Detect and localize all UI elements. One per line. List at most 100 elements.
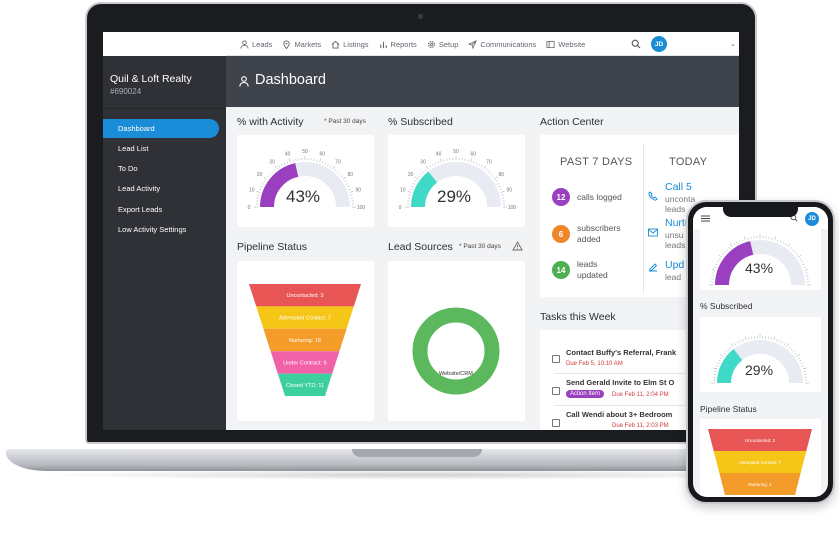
call-leads-sub: unconta	[665, 194, 696, 204]
gauge-tick	[411, 185, 414, 188]
task-checkbox[interactable]	[552, 419, 560, 427]
update-sub: lead	[665, 272, 682, 282]
gauge-tick	[799, 360, 802, 362]
gauge-tick-label: 60	[320, 152, 326, 158]
gear-icon	[427, 40, 436, 49]
gauge-tick	[322, 161, 324, 164]
subscribers-count-badge: 6	[552, 225, 570, 243]
gauge-tick	[263, 176, 268, 180]
sidebar-item-to-do[interactable]: To Do	[103, 159, 219, 178]
gauge-tick	[407, 191, 412, 193]
gauge-tick	[263, 180, 266, 183]
gauge-tick	[483, 165, 487, 170]
gauge-tick-label: 0	[399, 205, 402, 211]
laptop-camera	[418, 14, 423, 19]
gauge-tick	[278, 165, 281, 168]
gauge-tick	[797, 357, 800, 360]
gauge-tick	[475, 162, 478, 165]
task-title[interactable]: Contact Buffy's Referral, Frank	[566, 348, 676, 357]
subscribed-title: % Subscribed	[388, 116, 453, 128]
nav-reports[interactable]: Reports	[379, 40, 417, 49]
gauge-tick	[327, 163, 329, 166]
task-badge: Action Item	[566, 390, 605, 398]
gauge-tick	[777, 239, 779, 242]
gauge-tick	[274, 165, 278, 170]
nav-leads[interactable]: Leads	[240, 40, 272, 49]
activity-gauge-card: 0 10 20 30 40 50 60 70 80 90 100 43%	[237, 135, 374, 227]
update-link[interactable]: Upd	[665, 259, 684, 271]
gauge-tick	[429, 165, 432, 168]
gauge-tick	[799, 258, 802, 261]
avatar[interactable]: JD	[805, 212, 819, 226]
task-checkbox[interactable]	[552, 355, 560, 363]
lead-sources-card: Website/CRM	[388, 261, 525, 421]
bar-chart-icon	[379, 40, 388, 49]
gauge-tick	[273, 169, 276, 171]
nav-setup[interactable]: Setup	[427, 40, 458, 49]
phone-pipeline-card: Uncontacted: 2 Attempted Contact: 7 Nurtur…	[700, 419, 821, 497]
task-checkbox[interactable]	[552, 387, 560, 395]
calls-count-badge: 12	[552, 188, 570, 206]
gauge-tick	[796, 353, 800, 357]
avatar[interactable]: JD	[651, 36, 667, 52]
gauge-tick	[347, 185, 350, 188]
map-pin-icon	[282, 40, 291, 49]
gauge-tick	[726, 249, 729, 251]
gauge-tick	[336, 171, 339, 173]
gauge-tick	[723, 352, 726, 355]
sidebar-item-export-leads[interactable]: Export Leads	[103, 200, 219, 219]
call-leads-link[interactable]: Call 5	[665, 181, 692, 193]
gauge-tick	[341, 175, 343, 178]
activity-title: % with Activity	[237, 116, 304, 128]
browser-icon	[546, 40, 555, 49]
gauge-tick	[319, 158, 321, 163]
gauge-tick-label: 60	[471, 152, 477, 158]
pipeline-card: Uncontacted: 3 Attempted Contact: 7 Nurtur…	[237, 261, 374, 421]
gauge-tick	[289, 158, 291, 163]
mail-icon	[648, 228, 658, 237]
nav-listings[interactable]: Listings	[331, 40, 369, 49]
gauge-tick-label: 40	[436, 152, 442, 158]
nav-website-label: Website	[558, 39, 586, 49]
nav-markets[interactable]: Markets	[282, 40, 321, 49]
nav-markets-label: Markets	[294, 39, 322, 49]
nav-communications[interactable]: Communications	[468, 40, 536, 49]
gauge-tick	[737, 341, 739, 344]
pipeline-funnel: Uncontacted: 3 Attempted Contact: 7 Nurtur…	[249, 284, 361, 396]
sidebar-item-lead-activity[interactable]: Lead Activity	[103, 179, 219, 198]
gauge-tick	[271, 171, 274, 173]
subscribed-gauge: 0 10 20 30 40 50 60 70 80 90 100	[399, 149, 517, 211]
chevron-down-icon[interactable]: ⌄	[730, 40, 736, 48]
page-header: Dashboard	[226, 56, 739, 107]
gauge-tick	[714, 266, 717, 268]
phone-activity-card: 43%	[700, 229, 821, 290]
gauge-tick	[281, 163, 283, 166]
search-icon[interactable]	[631, 39, 641, 49]
task-title[interactable]: Call Wendi about 3+ Bedroom	[566, 410, 672, 419]
menu-icon[interactable]	[701, 215, 710, 222]
subscribers-label: subscribers	[577, 223, 621, 233]
gauge-tick	[498, 185, 501, 188]
warning-icon[interactable]	[512, 241, 523, 251]
gauge-tick	[440, 158, 442, 163]
sidebar-item-lead-list[interactable]: Lead List	[103, 139, 219, 158]
nurture-sub-2: leads	[665, 240, 686, 250]
gauge-tick	[797, 254, 802, 258]
subscribed-value: 29%	[437, 187, 472, 206]
nav-website[interactable]: Website	[546, 40, 585, 49]
gauge-tick	[789, 247, 792, 249]
gauge-tick	[422, 171, 425, 173]
gauge-tick	[412, 183, 415, 185]
past-7-days-heading: PAST 7 DAYS	[560, 156, 633, 168]
gauge-tick-label: 90	[506, 188, 512, 194]
sidebar-item-low-activity-settings[interactable]: Low Activity Settings	[103, 220, 219, 239]
gauge-tick	[782, 241, 784, 244]
gauge-tick	[414, 180, 417, 183]
task-title[interactable]: Send Gerald Invite to Elm St O	[566, 378, 674, 387]
gauge-tick	[784, 243, 787, 246]
gauge-tick	[788, 346, 791, 349]
nav-communications-label: Communications	[480, 39, 537, 49]
account-id: #690024	[110, 87, 142, 96]
gauge-tick	[804, 269, 809, 271]
sidebar-item-dashboard[interactable]: Dashboard	[103, 119, 219, 138]
